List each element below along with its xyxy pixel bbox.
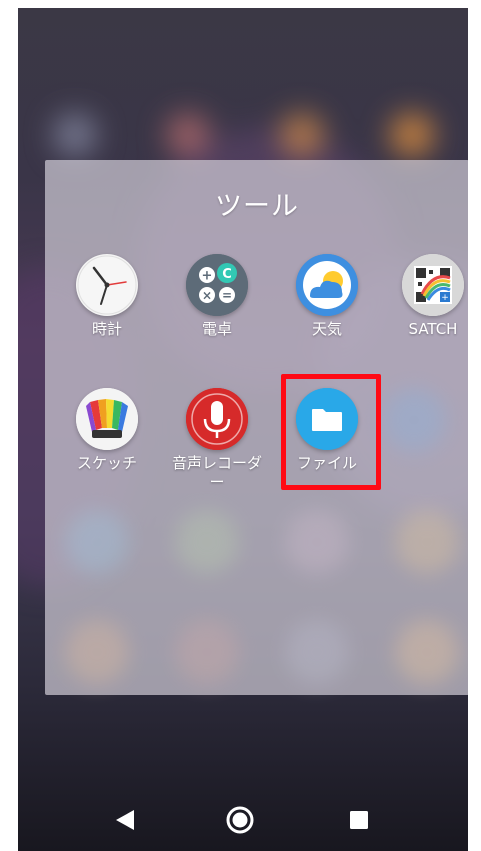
svg-text:+: +: [202, 269, 213, 284]
home-screen: ツール 時計 + C × = 電卓 天気 + SATCH スケッチ 音声レコーダ…: [18, 8, 468, 851]
app-label: 天気: [311, 320, 342, 338]
recents-button[interactable]: [342, 803, 376, 837]
svg-text:C: C: [222, 267, 232, 282]
highlight-box: [281, 374, 381, 490]
app-satch[interactable]: + SATCH: [383, 254, 468, 339]
home-button[interactable]: [223, 803, 257, 837]
app-weather[interactable]: 天気: [277, 254, 377, 339]
app-calculator[interactable]: + C × = 電卓: [167, 254, 267, 339]
app-clock[interactable]: 時計: [57, 254, 157, 339]
ghost-icon: [175, 510, 239, 574]
app-label: 音声レコーダー: [171, 454, 262, 491]
back-icon: [116, 810, 134, 830]
weather-icon: [296, 254, 358, 316]
back-button[interactable]: [108, 803, 142, 837]
ghost-icon: [65, 620, 129, 684]
ghost-icon: [175, 620, 239, 684]
satch-icon: +: [402, 254, 464, 316]
svg-text:×: ×: [202, 289, 212, 303]
ghost-icon: [395, 510, 459, 574]
home-icon: [226, 806, 254, 834]
ghost-icon: [285, 510, 349, 574]
app-voice-recorder[interactable]: 音声レコーダー: [167, 388, 267, 492]
svg-text:=: =: [222, 289, 232, 303]
clock-icon: [76, 254, 138, 316]
app-label: 電卓: [201, 320, 232, 338]
calculator-icon: + C × =: [186, 254, 248, 316]
app-sketch[interactable]: スケッチ: [57, 388, 157, 473]
svg-text:+: +: [441, 293, 449, 303]
ghost-icon: [65, 510, 129, 574]
app-label: スケッチ: [76, 454, 137, 472]
folder-title: ツール: [215, 191, 299, 222]
ghost-icon: [285, 620, 349, 684]
ghost-icon: [395, 620, 459, 684]
app-label: 時計: [91, 320, 122, 338]
navigation-bar: [18, 789, 468, 851]
microphone-icon: [186, 388, 248, 450]
ghost-icon: [382, 388, 446, 452]
recents-icon: [350, 811, 368, 829]
tools-folder: ツール 時計 + C × = 電卓 天気 + SATCH スケッチ 音声レコーダ…: [45, 160, 468, 695]
app-label: SATCH: [408, 320, 458, 338]
sketch-icon: [76, 388, 138, 450]
